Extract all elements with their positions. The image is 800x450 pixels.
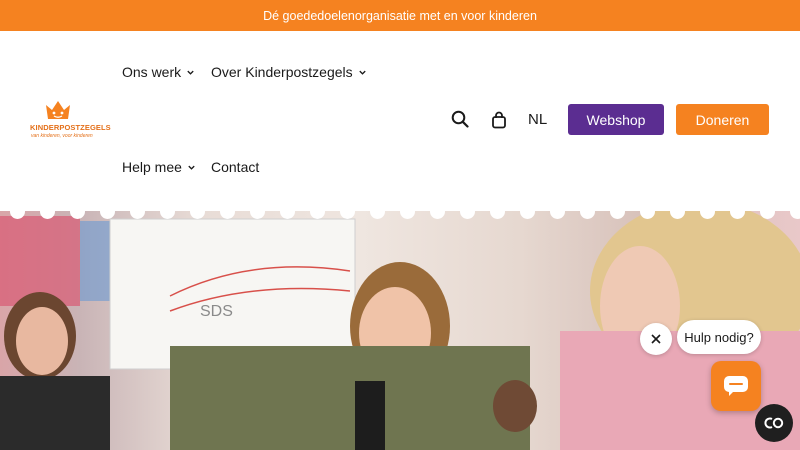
nav-item-contact[interactable]: Contact <box>211 159 259 175</box>
donate-button[interactable]: Doneren <box>676 104 769 135</box>
chevron-down-icon <box>358 70 366 75</box>
chevron-down-icon <box>188 165 195 170</box>
nav-item-label: Contact <box>211 159 260 175</box>
chat-launcher-button[interactable] <box>711 361 761 411</box>
site-header: KINDERPOSTZEGELS van kinderen, voor kind… <box>0 31 800 211</box>
shopping-bag-icon <box>492 111 506 129</box>
logo-brand-text: KINDERPOSTZEGELS <box>30 123 111 132</box>
chevron-down-icon <box>187 70 194 75</box>
chat-dismiss-button[interactable] <box>640 323 672 355</box>
crown-logo-icon <box>46 101 70 119</box>
chat-icon <box>724 376 748 396</box>
logo-tagline: van kinderen, voor kinderen <box>31 133 93 139</box>
nav-item-label: Help mee <box>122 159 182 175</box>
search-icon <box>451 110 469 128</box>
site-logo[interactable]: KINDERPOSTZEGELS van kinderen, voor kind… <box>30 99 111 141</box>
accessibility-icon <box>764 417 784 429</box>
webshop-button[interactable]: Webshop <box>568 104 664 135</box>
accessibility-button[interactable] <box>755 404 793 442</box>
language-selector[interactable]: NL <box>528 111 547 128</box>
nav-item-label: Over Kinderpostzegels <box>211 64 353 80</box>
chat-prompt-text: Hulp nodig? <box>684 329 754 345</box>
svg-text:SDS: SDS <box>200 303 233 320</box>
nav-item-ons-werk[interactable]: Ons werk <box>122 64 195 80</box>
cart-button[interactable] <box>488 109 510 131</box>
nav-item-help-mee[interactable]: Help mee <box>122 159 196 175</box>
nav-item-over-kinderpostzegels[interactable]: Over Kinderpostzegels <box>211 64 367 80</box>
announcement-bar: Dé goededoelenorganisatie met en voor ki… <box>0 0 800 31</box>
close-icon <box>651 334 661 344</box>
announcement-text: Dé goededoelenorganisatie met en voor ki… <box>263 8 537 23</box>
chat-prompt[interactable]: Hulp nodig? <box>677 320 761 354</box>
search-button[interactable] <box>449 108 471 130</box>
nav-item-label: Ons werk <box>122 64 182 80</box>
